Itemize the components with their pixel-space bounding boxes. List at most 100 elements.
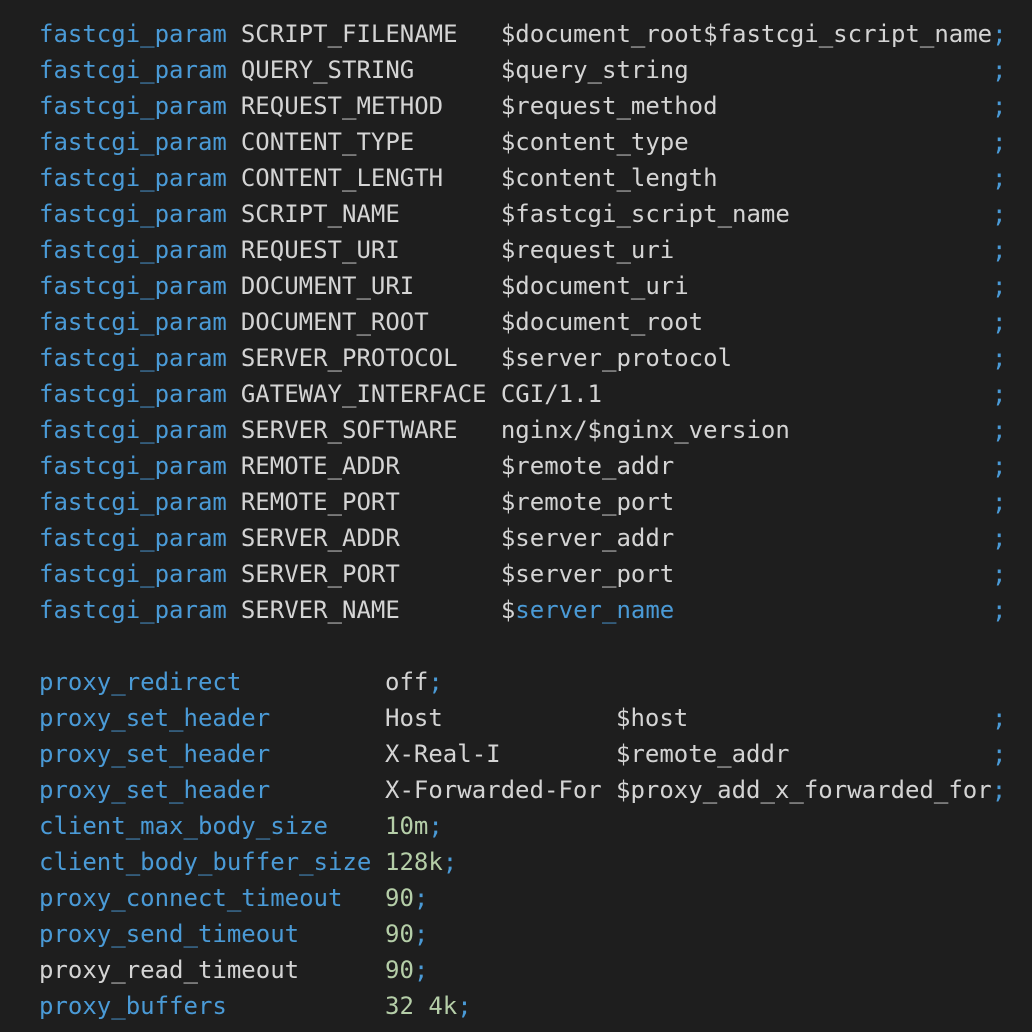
directive-keyword: client_max_body_size	[39, 812, 328, 840]
semicolon: ;	[992, 56, 1007, 84]
code-line: fastcgi_param REQUEST_URI $request_uri;	[39, 232, 1019, 268]
code-line: fastcgi_param DOCUMENT_ROOT $document_root…	[39, 304, 1019, 340]
directive-keyword: proxy_set_header	[39, 740, 271, 768]
param-value: $fastcgi_script_name	[500, 200, 790, 228]
code-line: fastcgi_param CONTENT_TYPE $content_type;	[39, 124, 1019, 160]
semicolon: ;	[442, 848, 458, 876]
directive-keyword: fastcgi_param	[39, 488, 227, 516]
semicolon: ;	[992, 524, 1007, 552]
param-value: $document_uri	[500, 272, 689, 300]
header-name: X-Real-I	[385, 740, 501, 768]
directive-keyword: proxy_redirect	[39, 668, 242, 696]
semicolon: ;	[992, 560, 1007, 588]
param-name: SERVER_NAME	[240, 596, 400, 624]
param-value: CGI/1.1	[500, 380, 602, 408]
directive-keyword: fastcgi_param	[39, 20, 227, 48]
code-line: proxy_set_header X-Forwarded-For $proxy_ad…	[39, 772, 1019, 808]
param-value: $server_protocol	[500, 344, 733, 372]
code-line: proxy_read_timeout 90;	[39, 952, 1019, 988]
param-value: $remote_port	[500, 488, 675, 516]
directive-value: 90	[385, 884, 414, 912]
directive-keyword: proxy_read_timeout	[39, 956, 300, 984]
semicolon: ;	[992, 308, 1007, 336]
code-line: proxy_set_header Host $host;	[39, 700, 1019, 736]
param-name: DOCUMENT_URI	[240, 272, 415, 300]
directive-keyword: proxy_connect_timeout	[39, 884, 343, 912]
code-line: fastcgi_param DOCUMENT_URI $document_uri;	[39, 268, 1019, 304]
directive-keyword: fastcgi_param	[39, 308, 227, 336]
semicolon: ;	[992, 272, 1007, 300]
semicolon: ;	[992, 128, 1007, 156]
directive-value: 90	[385, 920, 414, 948]
param-value-prefix: $	[500, 596, 516, 624]
semicolon: ;	[457, 992, 472, 1020]
header-value: $host	[616, 704, 689, 732]
param-value: $server_addr	[500, 524, 675, 552]
directive-keyword: fastcgi_param	[39, 128, 227, 156]
code-line: fastcgi_param GATEWAY_INTERFACE CGI/1.1;	[39, 376, 1019, 412]
directive-keyword: proxy_set_header	[39, 776, 271, 804]
param-value: $request_method	[500, 92, 718, 120]
param-value: $request_uri	[500, 236, 675, 264]
code-line: fastcgi_param REQUEST_METHOD $request_meth…	[39, 88, 1019, 124]
semicolon: ;	[992, 236, 1007, 264]
semicolon: ;	[991, 776, 1007, 804]
param-value: nginx/$nginx_version	[500, 416, 790, 444]
semicolon: ;	[428, 812, 443, 840]
semicolon: ;	[992, 488, 1007, 516]
semicolon: ;	[413, 956, 429, 984]
code-line: fastcgi_param SERVER_PORT $server_port;	[39, 556, 1019, 592]
param-name: SERVER_PROTOCOL	[240, 344, 458, 372]
directive-keyword: fastcgi_param	[39, 164, 227, 192]
param-value: $remote_addr	[500, 452, 675, 480]
code-line: fastcgi_param SCRIPT_FILENAME $document_ro…	[39, 16, 1019, 52]
param-value: $query_string	[500, 56, 689, 84]
code-line: client_body_buffer_size 128k;	[39, 844, 1019, 880]
param-value: $content_type	[500, 128, 689, 156]
semicolon: ;	[428, 668, 443, 696]
code-line: proxy_set_header X-Real-I $remote_addr;	[39, 736, 1019, 772]
code-line: fastcgi_param SERVER_NAME $server_name;	[39, 592, 1019, 628]
semicolon: ;	[413, 920, 429, 948]
directive-keyword: proxy_set_header	[39, 704, 271, 732]
semicolon: ;	[992, 416, 1007, 444]
code-line: fastcgi_param CONTENT_LENGTH $content_leng…	[39, 160, 1019, 196]
header-value: $remote_addr	[616, 740, 790, 768]
code-line: fastcgi_param SERVER_PROTOCOL $server_prot…	[39, 340, 1019, 376]
directive-value: 10m	[385, 812, 429, 840]
param-name: REMOTE_ADDR	[240, 452, 400, 480]
directive-keyword: fastcgi_param	[39, 56, 227, 84]
param-name: QUERY_STRING	[240, 56, 415, 84]
directive-keyword: fastcgi_param	[39, 344, 227, 372]
param-value: $document_root	[500, 308, 704, 336]
semicolon: ;	[992, 344, 1007, 372]
param-name: SCRIPT_FILENAME	[240, 20, 458, 48]
directive-value: 128k	[385, 848, 443, 876]
directive-keyword: fastcgi_param	[39, 416, 227, 444]
header-name: Host	[385, 704, 443, 732]
param-value: $content_length	[500, 164, 718, 192]
code-line: fastcgi_param QUERY_STRING $query_string;	[39, 52, 1019, 88]
code-line: fastcgi_param SERVER_SOFTWARE nginx/$nginx…	[39, 412, 1019, 448]
param-name: REMOTE_PORT	[240, 488, 400, 516]
param-name: SERVER_ADDR	[240, 524, 400, 552]
directive-value: 90	[385, 956, 414, 984]
directive-keyword: fastcgi_param	[39, 596, 227, 624]
semicolon: ;	[992, 200, 1007, 228]
code-line: fastcgi_param REMOTE_ADDR $remote_addr;	[39, 448, 1019, 484]
code-line: fastcgi_param SERVER_ADDR $server_addr;	[39, 520, 1019, 556]
param-name: CONTENT_LENGTH	[240, 164, 444, 192]
code-line: proxy_buffers 32 4k;	[39, 988, 1019, 1024]
code-line: proxy_redirect off;	[39, 664, 1019, 700]
param-value: $server_port	[500, 560, 675, 588]
directive-keyword: client_body_buffer_size	[39, 848, 372, 876]
directive-keyword: fastcgi_param	[39, 236, 227, 264]
directive-keyword: fastcgi_param	[39, 560, 227, 588]
code-editor[interactable]: fastcgi_param SCRIPT_FILENAME $document_ro…	[39, 16, 1019, 1024]
directive-value: off	[385, 668, 429, 696]
directive-value: 32 4k	[385, 992, 458, 1020]
directive-keyword: proxy_buffers	[39, 992, 227, 1020]
directive-keyword: fastcgi_param	[39, 524, 227, 552]
param-name: REQUEST_METHOD	[240, 92, 444, 120]
